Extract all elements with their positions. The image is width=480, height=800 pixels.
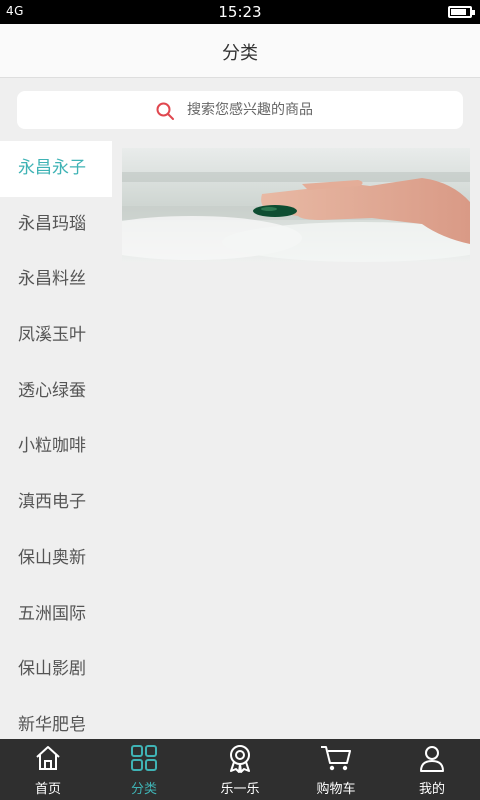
sidebar-item-2[interactable]: 永昌玛瑙 <box>0 197 112 253</box>
search-box[interactable] <box>17 91 463 129</box>
award-icon <box>230 745 250 773</box>
search-bar <box>0 79 480 141</box>
tab-label: 分类 <box>130 782 157 797</box>
sidebar-item-6[interactable]: 小粒咖啡 <box>0 419 112 475</box>
sidebar-item-9[interactable]: 五洲国际 <box>0 587 112 643</box>
sidebar-item-7[interactable]: 滇西电子 <box>0 475 112 531</box>
home-icon <box>36 746 60 770</box>
page-title: 分类 <box>222 43 258 64</box>
sidebar-item-8[interactable]: 保山奥新 <box>0 531 112 587</box>
tab-mine[interactable]: 我的 <box>384 739 480 800</box>
battery-icon <box>448 6 475 18</box>
tab-label: 乐一乐 <box>220 782 260 797</box>
user-icon <box>420 746 444 772</box>
tab-home[interactable]: 首页 <box>0 739 96 800</box>
search-input[interactable] <box>187 97 447 123</box>
category-content <box>112 141 480 739</box>
tab-label: 购物车 <box>316 782 356 797</box>
sidebar-item-5[interactable]: 透心绿蚕 <box>0 364 112 420</box>
cart-icon <box>321 746 351 771</box>
tab-label: 首页 <box>34 782 61 797</box>
sidebar-item-1[interactable]: 永昌永子 <box>0 141 112 197</box>
category-sidebar: 永昌永子 永昌玛瑙 永昌料丝 凤溪玉叶 透心绿蚕 小粒咖啡 滇西电子 保山奥新 … <box>0 141 112 739</box>
sidebar-item-4[interactable]: 凤溪玉叶 <box>0 308 112 364</box>
search-icon[interactable] <box>155 101 175 121</box>
tab-fun[interactable]: 乐一乐 <box>192 739 288 800</box>
tab-label: 我的 <box>418 782 445 797</box>
tab-category[interactable]: 分类 <box>96 739 192 800</box>
tab-cart[interactable]: 购物车 <box>288 739 384 800</box>
sidebar-item-3[interactable]: 永昌料丝 <box>0 252 112 308</box>
sidebar-item-10[interactable]: 保山影剧 <box>0 642 112 698</box>
sidebar-item-11[interactable]: 新华肥皂 <box>0 698 112 739</box>
category-banner[interactable] <box>122 148 470 262</box>
grid-icon <box>131 745 157 771</box>
header: 分类 <box>0 24 480 78</box>
status-bar: 4G 15:23 <box>0 0 480 24</box>
bottom-tab-bar: 首页 分类 乐一乐 购物车 我的 <box>0 739 480 800</box>
status-time: 15:23 <box>218 3 262 21</box>
